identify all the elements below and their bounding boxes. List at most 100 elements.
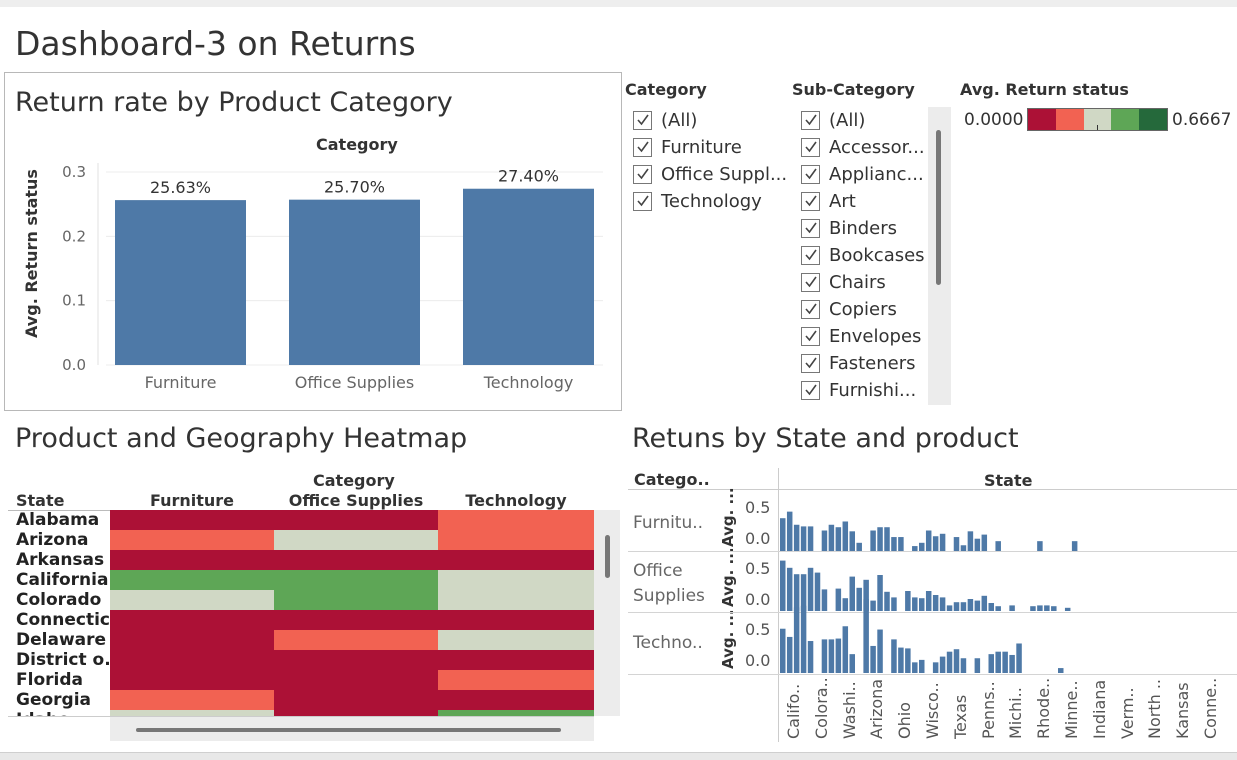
state-bar[interactable] bbox=[891, 537, 897, 551]
state-bar[interactable] bbox=[821, 639, 828, 673]
state-bar[interactable] bbox=[877, 527, 883, 551]
subcategory-option-fasteners[interactable]: Fasteners bbox=[801, 350, 925, 377]
subcategory-option-furnishings[interactable]: Furnishi... bbox=[801, 377, 925, 404]
state-bar[interactable] bbox=[932, 662, 939, 673]
state-bar[interactable] bbox=[835, 588, 842, 611]
state-bar[interactable] bbox=[884, 591, 890, 611]
heatmap-cell[interactable] bbox=[438, 510, 594, 530]
bar-furniture[interactable] bbox=[115, 200, 246, 365]
category-option-all[interactable]: (All) bbox=[633, 107, 787, 134]
state-bar[interactable] bbox=[905, 648, 911, 673]
heatmap-cell[interactable] bbox=[274, 590, 438, 610]
heatmap-cell[interactable] bbox=[274, 670, 438, 690]
heatmap-cell[interactable] bbox=[438, 670, 594, 690]
state-bar[interactable] bbox=[939, 533, 946, 551]
checkbox-icon[interactable] bbox=[801, 327, 820, 346]
state-bar[interactable] bbox=[960, 658, 967, 673]
checkbox-icon[interactable] bbox=[801, 165, 820, 184]
checkbox-icon[interactable] bbox=[801, 111, 820, 130]
heatmap-cell[interactable] bbox=[438, 690, 594, 710]
state-bar[interactable] bbox=[786, 567, 793, 611]
heatmap-cell[interactable] bbox=[274, 650, 438, 670]
checkbox-icon[interactable] bbox=[801, 300, 820, 319]
state-bar[interactable] bbox=[828, 524, 835, 551]
subcategory-option-copiers[interactable]: Copiers bbox=[801, 296, 925, 323]
heatmap-cell[interactable] bbox=[110, 530, 274, 550]
state-bar[interactable] bbox=[884, 527, 890, 551]
state-bar[interactable] bbox=[877, 629, 883, 673]
state-bar[interactable] bbox=[821, 530, 828, 552]
subcategory-option-chairs[interactable]: Chairs bbox=[801, 269, 925, 296]
category-option-technology[interactable]: Technology bbox=[633, 188, 787, 215]
state-bar[interactable] bbox=[1051, 606, 1057, 611]
subcategory-option-binders[interactable]: Binders bbox=[801, 215, 925, 242]
state-bar[interactable] bbox=[995, 651, 1001, 673]
state-bar[interactable] bbox=[960, 545, 967, 551]
heatmap-cell[interactable] bbox=[438, 570, 594, 590]
category-option-office-supplies[interactable]: Office Suppl... bbox=[633, 161, 787, 188]
heatmap-cell[interactable] bbox=[274, 690, 438, 710]
state-bar[interactable] bbox=[856, 542, 862, 551]
state-bar[interactable] bbox=[1064, 607, 1071, 611]
state-bar[interactable] bbox=[821, 589, 828, 611]
state-bar[interactable] bbox=[905, 591, 911, 611]
heatmap-cell[interactable] bbox=[438, 530, 594, 550]
state-bar[interactable] bbox=[800, 574, 807, 611]
state-bar[interactable] bbox=[919, 659, 925, 673]
subcategory-option-appliances[interactable]: Applianc... bbox=[801, 161, 925, 188]
state-bar[interactable] bbox=[1071, 541, 1078, 551]
checkbox-icon[interactable] bbox=[633, 165, 652, 184]
heatmap-cell[interactable] bbox=[274, 530, 438, 550]
state-bar[interactable] bbox=[932, 595, 939, 611]
state-bar[interactable] bbox=[842, 626, 849, 673]
state-bar[interactable] bbox=[912, 546, 918, 551]
state-bar[interactable] bbox=[912, 597, 918, 611]
state-bar[interactable] bbox=[988, 603, 995, 611]
state-bar[interactable] bbox=[988, 654, 995, 673]
state-bar[interactable] bbox=[807, 526, 814, 551]
state-bar[interactable] bbox=[835, 638, 842, 673]
state-bar[interactable] bbox=[849, 531, 856, 551]
state-bar-chart[interactable] bbox=[628, 490, 1237, 675]
state-bar[interactable] bbox=[953, 537, 960, 551]
state-bar[interactable] bbox=[842, 598, 849, 611]
state-bar[interactable] bbox=[919, 542, 925, 551]
state-bar[interactable] bbox=[877, 575, 883, 611]
state-bar[interactable] bbox=[995, 541, 1001, 551]
state-bar[interactable] bbox=[814, 572, 821, 611]
state-bar[interactable] bbox=[995, 606, 1001, 611]
state-bar[interactable] bbox=[1016, 643, 1022, 673]
state-bar[interactable] bbox=[828, 639, 835, 673]
state-bar[interactable] bbox=[1037, 605, 1043, 611]
state-bar[interactable] bbox=[800, 605, 807, 673]
checkbox-icon[interactable] bbox=[801, 138, 820, 157]
bar-technology[interactable] bbox=[463, 188, 594, 365]
state-bar[interactable] bbox=[974, 658, 981, 673]
state-bar[interactable] bbox=[1044, 605, 1050, 611]
heatmap-cell[interactable] bbox=[274, 570, 438, 590]
state-bar[interactable] bbox=[807, 641, 814, 673]
state-bar[interactable] bbox=[946, 605, 953, 611]
heatmap-cell[interactable] bbox=[110, 570, 274, 590]
state-bar[interactable] bbox=[786, 636, 793, 673]
heatmap-grid[interactable] bbox=[110, 510, 594, 716]
heatmap-cell[interactable] bbox=[110, 650, 274, 670]
heatmap-cell[interactable] bbox=[438, 590, 594, 610]
state-bar[interactable] bbox=[793, 524, 800, 551]
state-bar[interactable] bbox=[953, 602, 960, 611]
checkbox-icon[interactable] bbox=[801, 219, 820, 238]
subcategory-option-art[interactable]: Art bbox=[801, 188, 925, 215]
bar-chart[interactable]: 0.0 0.1 0.2 0.3 25.63% Furniture 25.70% Office … bbox=[48, 155, 608, 400]
state-bar[interactable] bbox=[898, 647, 904, 673]
state-bar[interactable] bbox=[849, 654, 856, 673]
heatmap-cell[interactable] bbox=[110, 690, 274, 710]
state-bar[interactable] bbox=[793, 607, 800, 673]
bar-office-supplies[interactable] bbox=[289, 199, 420, 365]
state-bar[interactable] bbox=[974, 600, 981, 611]
state-bar[interactable] bbox=[800, 526, 807, 551]
state-bar[interactable] bbox=[1009, 654, 1015, 673]
heatmap-cell[interactable] bbox=[438, 650, 594, 670]
subcategory-option-accessories[interactable]: Accessor... bbox=[801, 134, 925, 161]
checkbox-icon[interactable] bbox=[633, 111, 652, 130]
state-bar[interactable] bbox=[1058, 668, 1064, 673]
